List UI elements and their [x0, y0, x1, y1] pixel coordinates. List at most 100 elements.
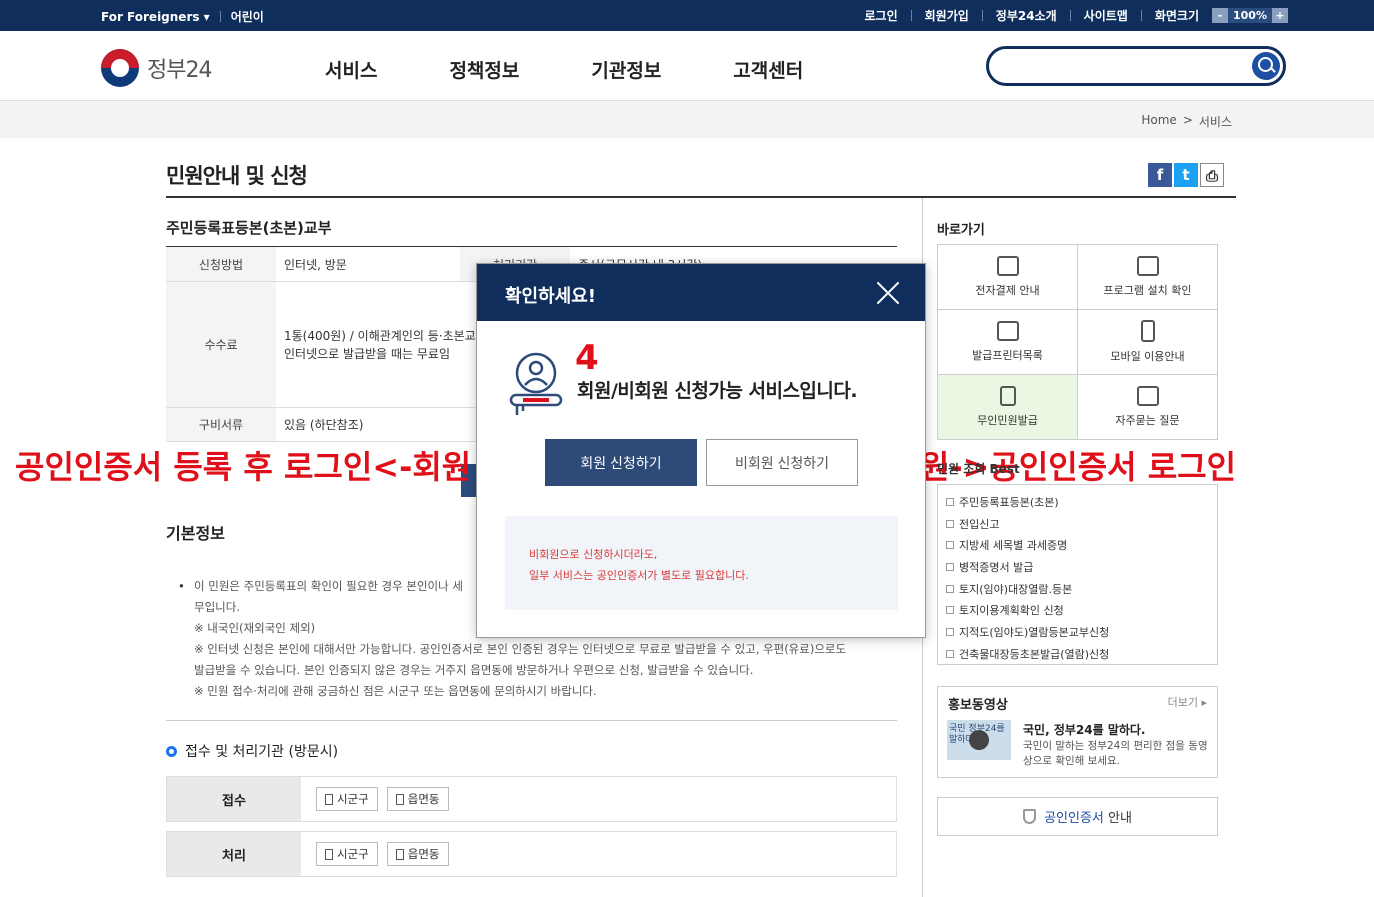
annotation-left: 공인인증서 등록 후 로그인<-회원 [15, 448, 472, 486]
zoom-label: 화면크기 [1154, 9, 1199, 23]
site-header: 정부24 서비스 정책정보 기관정보 고객센터 [0, 31, 1374, 101]
agency-row-label: 처리 [167, 832, 301, 876]
nav-service[interactable]: 서비스 [325, 56, 377, 83]
kiosk-icon [999, 386, 1016, 406]
checkbox-icon [946, 541, 954, 550]
annotation-number: 4 [575, 338, 599, 378]
best-item[interactable]: 병적증명서 발급 [946, 556, 1217, 578]
divider [1069, 10, 1071, 21]
agency-chip[interactable]: 시군구 [316, 842, 378, 866]
guest-apply-button[interactable]: 비회원 신청하기 [706, 439, 858, 486]
divider [1140, 10, 1142, 21]
basic-line: ※ 인터넷 신청은 본인에 대해서만 가능합니다. 공인인증서로 본인 인증된 … [194, 642, 847, 656]
agency-chip[interactable]: 읍면동 [386, 842, 449, 866]
nav-policy[interactable]: 정책정보 [449, 56, 519, 83]
divider [166, 196, 1236, 198]
share-buttons: f t ⎙ [1148, 163, 1224, 187]
search-icon[interactable] [1252, 52, 1280, 80]
best-item[interactable]: 건축물대장등초본발급(열람)신청 [946, 643, 1217, 665]
cert-label-rest: 안내 [1103, 811, 1132, 826]
nav-agency[interactable]: 기관정보 [591, 56, 661, 83]
video-thumbnail[interactable]: 국민 정부24를 말하다 [947, 720, 1011, 760]
quick-payment[interactable]: 전자결제 안내 [938, 245, 1078, 310]
shield-icon [1023, 809, 1037, 824]
breadcrumb-home[interactable]: Home [1141, 113, 1176, 130]
best-item[interactable]: 지적도(임야도)열람등본교부신청 [946, 621, 1217, 643]
agency-row: 처리 시군구 읍면동 [166, 831, 897, 877]
quick-faq[interactable]: 자주묻는 질문 [1078, 375, 1218, 440]
zoom-out-button[interactable]: - [1212, 8, 1228, 23]
bullet-circle-icon [166, 745, 177, 757]
logo-text: 정부24 [147, 58, 212, 83]
checkbox-icon [946, 519, 954, 528]
best-item[interactable]: 토지(임야)대장열람.등본 [946, 578, 1217, 600]
more-link[interactable]: 더보기 ▸ [1168, 694, 1207, 710]
certificate-guide-button[interactable]: 공인인증서 안내 [937, 797, 1218, 836]
agency-rows: 접수 시군구 읍면동 처리 시군구 읍면동 [166, 776, 897, 886]
agency-row: 접수 시군구 읍면동 [166, 776, 897, 822]
best-item[interactable]: 전입신고 [946, 513, 1217, 535]
for-foreigners-link[interactable]: For Foreigners ▾ [101, 10, 210, 24]
quick-program-check[interactable]: 프로그램 설치 확인 [1078, 245, 1218, 310]
divider [981, 10, 983, 21]
agency-title-text: 접수 및 처리기관 (방문시) [185, 744, 339, 760]
search-input[interactable] [986, 46, 1286, 86]
zoom-value: 100% [1228, 8, 1272, 23]
best-list: 주민등록표등본(초본) 전입신고 지방세 세목별 과세증명 병적증명서 발급 토… [937, 484, 1218, 665]
quick-mobile[interactable]: 모바일 이용안내 [1078, 310, 1218, 375]
divider [910, 10, 912, 21]
basic-info-title: 기본정보 [166, 524, 225, 543]
breadcrumb: Home > 서비스 [1141, 113, 1232, 130]
breadcrumb-current[interactable]: 서비스 [1199, 113, 1232, 130]
divider [219, 11, 221, 22]
printer-icon [996, 321, 1019, 341]
chat-icon [1136, 386, 1159, 406]
notice-line: 일부 서비스는 공인인증서가 별도로 필요합니다. [529, 569, 749, 582]
mobile-icon [1140, 320, 1155, 342]
download-icon [996, 256, 1019, 276]
signup-link[interactable]: 회원가입 [925, 7, 969, 24]
play-icon[interactable] [969, 730, 989, 750]
modal-notice: 비회원으로 신청하시더라도, 일부 서비스는 공인인증서가 별도로 필요합니다. [505, 516, 898, 610]
document-icon [325, 848, 333, 860]
facebook-icon[interactable]: f [1148, 163, 1172, 187]
quick-links-title: 바로가기 [937, 223, 985, 238]
checkbox-icon [946, 562, 954, 571]
quick-printer-list[interactable]: 발급프린터목록 [938, 310, 1078, 375]
twitter-icon[interactable]: t [1174, 163, 1198, 187]
site-logo[interactable]: 정부24 [101, 49, 212, 87]
about-link[interactable]: 정부24소개 [996, 7, 1057, 24]
best-item[interactable]: 토지이용계획확인 신청 [946, 599, 1217, 621]
login-link[interactable]: 로그인 [864, 7, 897, 24]
promo-video-box: 홍보동영상 더보기 ▸ 국민 정부24를 말하다 국민, 정부24를 말하다. … [937, 686, 1218, 778]
zoom-in-button[interactable]: + [1272, 8, 1288, 23]
quick-kiosk[interactable]: 무인민원발급 [938, 375, 1078, 440]
row-label: 신청방법 [166, 246, 276, 282]
kids-link[interactable]: 어린이 [231, 8, 264, 25]
promo-title: 홍보동영상 [948, 698, 1008, 713]
quick-links-grid: 전자결제 안내 프로그램 설치 확인 발급프린터목록 모바일 이용안내 무인민원… [937, 244, 1218, 440]
nav-support[interactable]: 고객센터 [733, 56, 803, 83]
agency-chip[interactable]: 읍면동 [386, 787, 449, 811]
best-item[interactable]: 지방세 세목별 과세증명 [946, 534, 1217, 556]
confirm-modal: 확인하세요! 4 회원/비회원 신청가능 서비스입니다. 회원 신청하기 비회원… [476, 263, 926, 638]
member-apply-button[interactable]: 회원 신청하기 [545, 439, 697, 486]
breadcrumb-band: Home > 서비스 [0, 101, 1374, 138]
best-item[interactable]: 주민등록표등본(초본) [946, 491, 1217, 513]
divider [166, 720, 897, 721]
promo-headline[interactable]: 국민, 정부24를 말하다. [1023, 721, 1146, 738]
agency-chip[interactable]: 시군구 [316, 787, 378, 811]
sitemap-link[interactable]: 사이트맵 [1084, 7, 1128, 24]
top-utility-bar: For Foreigners ▾ 어린이 로그인 회원가입 정부24소개 사이트… [0, 0, 1374, 31]
notice-line: 비회원으로 신청하시더라도, [529, 548, 658, 561]
monitor-icon [1136, 256, 1159, 276]
chevron-right-icon: > [1182, 113, 1193, 127]
modal-title: 확인하세요! [505, 286, 597, 307]
best-title: 민원 조회 Best [937, 462, 1020, 476]
user-key-icon [509, 352, 563, 415]
row-label: 구비서류 [166, 407, 276, 442]
modal-header: 확인하세요! [477, 264, 925, 321]
checkbox-icon [946, 627, 954, 636]
print-icon[interactable]: ⎙ [1200, 163, 1224, 187]
close-icon[interactable] [875, 280, 901, 306]
